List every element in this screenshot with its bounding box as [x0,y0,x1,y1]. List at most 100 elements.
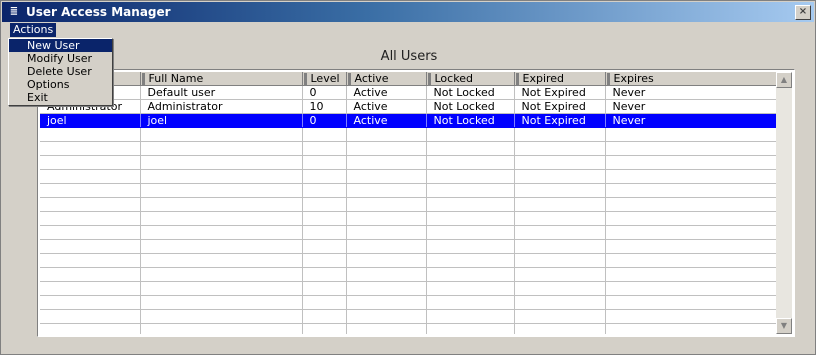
table-row[interactable] [40,239,777,254]
column-grip[interactable] [515,73,519,85]
table-cell [140,155,303,170]
app-window: ≣ User Access Manager × Actions All User… [0,0,816,355]
title-bar[interactable]: ≣ User Access Manager × [2,2,814,22]
table-row[interactable] [40,309,777,324]
table-row[interactable]: Administrator Administrator 10 Active Not Lo… [40,99,777,114]
table-cell [426,239,515,254]
close-button[interactable]: × [795,5,811,20]
column-grip[interactable] [427,73,431,85]
column-header-expires[interactable]: Expires [605,72,777,86]
table-cell [302,309,347,324]
menu-item-options[interactable]: Options [9,78,112,91]
table-cell [426,267,515,282]
table-cell: Not Expired [514,113,606,128]
table-cell [346,239,427,254]
column-grip[interactable] [347,73,351,85]
table-cell [605,141,777,156]
table-cell: Not Locked [426,85,515,100]
table-cell [426,211,515,226]
table-cell: Default user [140,85,303,100]
table-cell: Administrator [140,99,303,114]
column-grip[interactable] [141,73,145,85]
column-header-full-name[interactable]: Full Name [140,72,303,86]
menu-item-modify-user[interactable]: Modify User [9,52,112,65]
table-cell [302,295,347,310]
table-cell [140,211,303,226]
table-row[interactable] [40,267,777,282]
column-grip[interactable] [606,73,610,85]
table-row[interactable] [40,281,777,296]
table-cell: 0 [302,85,347,100]
table-cell: Not Locked [426,113,515,128]
table-cell: joel [40,113,141,128]
table-cell [346,127,427,142]
table-cell [605,309,777,324]
vertical-scrollbar[interactable]: ▲ ▼ [776,72,792,334]
table-cell [426,183,515,198]
table-cell [514,239,606,254]
column-grip[interactable] [303,73,307,85]
table-cell [605,253,777,268]
table-row[interactable] [40,141,777,156]
table-row[interactable] [40,211,777,226]
table-cell [140,127,303,142]
menu-actions[interactable]: Actions [10,23,57,37]
scroll-down-icon[interactable]: ▼ [776,318,792,334]
column-header-active[interactable]: Active [346,72,427,86]
table-row[interactable] [40,323,777,334]
table-cell [140,253,303,268]
table-row[interactable] [40,197,777,212]
table-cell: Active [346,99,427,114]
scroll-up-icon[interactable]: ▲ [776,72,792,88]
table-row[interactable] [40,295,777,310]
section-title: All Users [380,49,438,64]
table-row[interactable]: joel joel 0 Active Not Locked Not Expired Neve… [40,113,777,128]
table-cell [426,141,515,156]
menu-item-delete-user[interactable]: Delete User [9,65,112,78]
table-cell [346,211,427,226]
table-cell: Not Locked [426,99,515,114]
close-icon: × [798,6,808,17]
column-header-level[interactable]: Level [302,72,347,86]
table-cell [302,169,347,184]
users-table: Full Name Level Active Locked Expired Ex… [37,69,795,337]
column-header-expired[interactable]: Expired [514,72,606,86]
table-cell [302,141,347,156]
table-cell [605,169,777,184]
table-cell [514,253,606,268]
table-row[interactable] [40,225,777,240]
table-cell [605,267,777,282]
table-cell [514,155,606,170]
table-row[interactable]: Default user 0 Active Not Locked Not Expired… [40,85,777,100]
table-cell [40,211,141,226]
table-cell [605,295,777,310]
table-cell: Never [605,99,777,114]
table-cell [346,323,427,334]
table-cell [426,155,515,170]
table-cell [140,323,303,334]
table-cell [302,211,347,226]
table-cell [140,197,303,212]
menu-item-new-user[interactable]: New User [9,39,112,52]
table-body: Default user 0 Active Not Locked Not Expired… [40,85,777,334]
table-cell [40,197,141,212]
menu-item-exit[interactable]: Exit [9,91,112,104]
table-cell [514,127,606,142]
table-cell [426,253,515,268]
table-cell [302,183,347,198]
table-cell [605,127,777,142]
table-cell [40,141,141,156]
table-row[interactable] [40,183,777,198]
table-cell [605,225,777,240]
table-row[interactable] [40,169,777,184]
table-cell [346,309,427,324]
table-cell [302,155,347,170]
column-header-locked[interactable]: Locked [426,72,515,86]
table-cell: 0 [302,113,347,128]
table-cell [40,323,141,334]
table-row[interactable] [40,127,777,142]
table-row[interactable] [40,155,777,170]
table-cell [426,281,515,296]
table-cell [346,169,427,184]
table-row[interactable] [40,253,777,268]
